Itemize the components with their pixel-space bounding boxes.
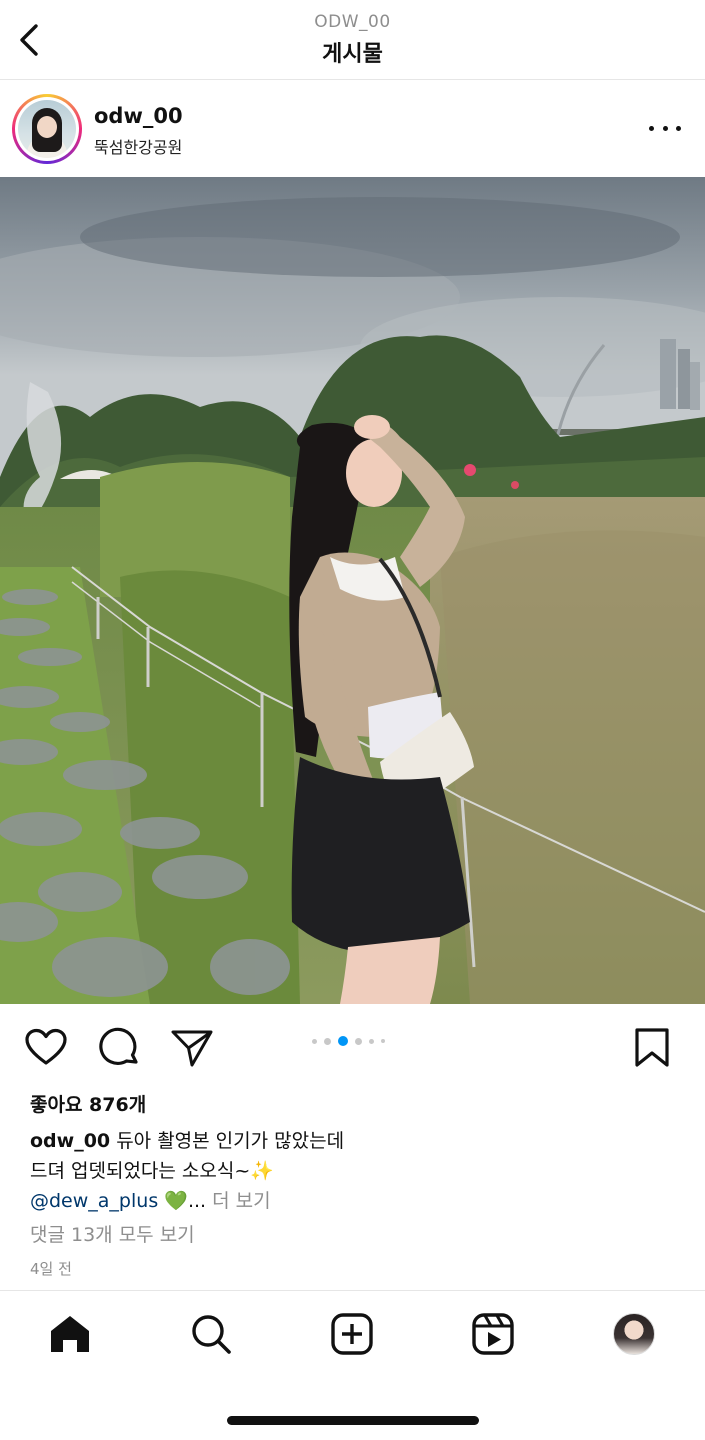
- comment-button[interactable]: [98, 1026, 142, 1070]
- post-actions: [0, 1004, 705, 1088]
- nav-search[interactable]: [188, 1311, 234, 1357]
- post-timestamp: 4일 전: [30, 1260, 72, 1278]
- search-icon: [192, 1315, 231, 1354]
- reels-icon: [472, 1313, 514, 1355]
- photo-image: [0, 177, 705, 1004]
- top-header: ODW_00 게시물: [0, 0, 705, 80]
- nav-profile[interactable]: [611, 1311, 657, 1357]
- heart-icon: [25, 1028, 67, 1065]
- carousel-dot-active: [338, 1036, 348, 1046]
- carousel-indicator: [312, 1036, 385, 1046]
- story-avatar[interactable]: [12, 94, 82, 164]
- caption: odw_00 듀아 촬영본 인기가 많았는데 드뎌 업뎃되었다는 소오식~✨ @…: [30, 1126, 680, 1216]
- caption-ellipsis: ...: [187, 1190, 207, 1212]
- post-header: odw_00 뚝섬한강공원: [0, 80, 705, 177]
- green-heart-icon: 💚: [164, 1190, 188, 1212]
- carousel-dot: [355, 1037, 362, 1045]
- carousel-dot: [369, 1038, 374, 1044]
- like-count[interactable]: 좋아요 876개: [30, 1090, 146, 1117]
- sparkle-icon: ✨: [250, 1160, 274, 1182]
- header-username: ODW_00: [314, 12, 391, 32]
- mention-link[interactable]: @dew_a_plus: [30, 1190, 158, 1212]
- comment-icon: [99, 1027, 138, 1065]
- save-button[interactable]: [630, 1026, 674, 1070]
- create-icon: [331, 1313, 373, 1355]
- share-button[interactable]: [170, 1026, 214, 1070]
- share-icon: [171, 1030, 213, 1067]
- like-button[interactable]: [24, 1026, 68, 1070]
- post-photo[interactable]: [0, 177, 705, 1004]
- page-title: 게시물: [322, 42, 383, 67]
- nav-home[interactable]: [47, 1311, 93, 1357]
- profile-avatar: [613, 1313, 655, 1355]
- more-options-button[interactable]: [649, 116, 681, 140]
- avatar: [18, 100, 76, 158]
- nav-create[interactable]: [329, 1311, 375, 1357]
- caption-text-line1: 듀아 촬영본 인기가 많았는데: [110, 1130, 345, 1152]
- home-icon: [51, 1316, 89, 1352]
- home-indicator[interactable]: [227, 1416, 479, 1425]
- caption-text-line2: 드뎌 업뎃되었다는 소오식~: [30, 1160, 251, 1182]
- bookmark-icon: [635, 1028, 669, 1067]
- caption-username[interactable]: odw_00: [30, 1130, 110, 1152]
- post-username[interactable]: odw_00: [94, 104, 183, 128]
- view-comments-link[interactable]: 댓글 13개 모두 보기: [30, 1220, 195, 1247]
- post-location[interactable]: 뚝섬한강공원: [94, 134, 182, 158]
- nav-reels[interactable]: [470, 1311, 516, 1357]
- carousel-dot: [381, 1039, 385, 1043]
- more-link[interactable]: 더 보기: [212, 1190, 270, 1212]
- more-dots-icon: [649, 125, 654, 131]
- carousel-dot: [324, 1037, 331, 1045]
- carousel-dot: [312, 1038, 317, 1044]
